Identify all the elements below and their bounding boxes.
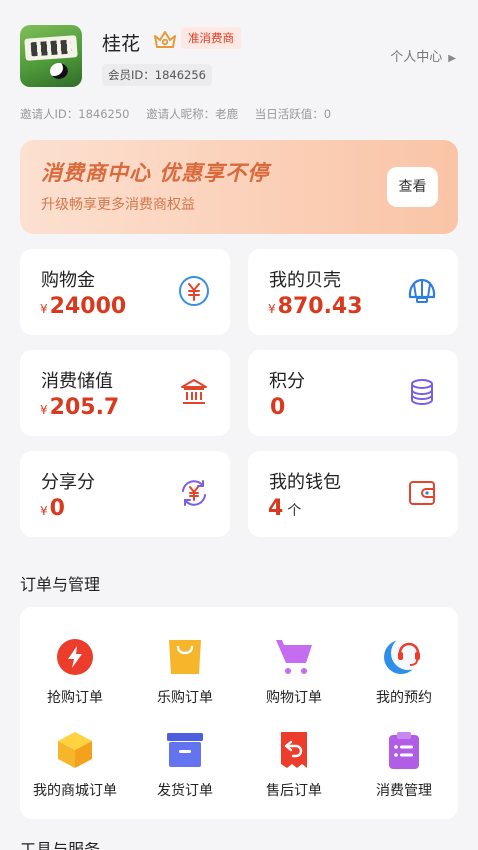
order-item-label: 售后订单 [266,783,322,799]
order-item-label: 我的商城订单 [33,783,117,799]
clipboard-icon [389,732,419,769]
asset-label: 积分 [269,371,305,392]
active-today: 当日活跃值：0 [254,107,332,121]
chevron-right-icon: ▶ [448,53,456,64]
asset-value: ¥870.43 [268,294,363,319]
order-item-label: 购物订单 [266,690,322,706]
order-item-after-sales[interactable]: 售后订单 [239,730,349,820]
orders-section-title: 订单与管理 [20,575,101,594]
asset-label: 购物金 [41,270,95,291]
order-item-flash-sale[interactable]: 抢购订单 [20,637,130,727]
banner-subtitle: 升级畅享更多消费商权益 [41,197,195,213]
invite-info-row: 邀请人ID：1846250 邀请人昵称：老鹿 当日活跃值：0 [20,106,458,122]
asset-label: 消费储值 [41,371,113,392]
asset-value: 4个 [268,496,302,521]
next-section-title: 工具与服务 [20,842,100,850]
shopping-bag-icon [169,640,201,674]
return-icon [281,732,307,768]
order-item-label: 乐购订单 [157,690,213,706]
asset-card-my-wallet[interactable]: 我的钱包 4个 [248,451,458,537]
order-item-shipping[interactable]: 发货订单 [130,730,240,820]
order-item-label: 发货订单 [157,783,213,799]
avatar[interactable] [20,25,82,87]
asset-value: ¥24000 [40,294,127,319]
personal-center-label: 个人中心 [390,50,443,65]
avatar-panda-graphic [50,63,68,79]
asset-value: 0 [270,395,286,420]
shell-icon [408,278,436,303]
asset-card-shopping-gold[interactable]: 购物金 ¥24000 [20,249,230,335]
asset-value: ¥205.7 [40,395,120,420]
asset-label: 我的贝壳 [269,270,341,291]
view-button[interactable]: 查看 [387,167,438,207]
tier-badge: 准消费商 [181,27,241,49]
order-item-shopping[interactable]: 购物订单 [239,637,349,727]
asset-card-share-points[interactable]: 分享分 ¥0 [20,451,230,537]
wallet-icon [409,481,435,505]
profile-header: 桂花 准消费商 会员ID：1846256 个人中心 ▶ [20,25,458,90]
order-item-consumption-mgmt[interactable]: 消费管理 [349,730,459,820]
order-item-label: 消费管理 [376,783,432,799]
archive-box-icon [167,733,203,767]
member-id: 会员ID：1846256 [102,64,212,86]
order-item-mall-orders[interactable]: 我的商城订单 [20,730,130,820]
user-name: 桂花 [102,33,141,55]
lightning-icon [57,639,93,675]
banner-title: 消费商中心 优惠享不停 [41,161,270,185]
asset-value: ¥0 [40,496,65,521]
yuan-circle-icon [179,276,209,306]
asset-card-stored-value[interactable]: 消费储值 ¥205.7 [20,350,230,436]
asset-card-my-shells[interactable]: 我的贝壳 ¥870.43 [248,249,458,335]
order-item-label: 抢购订单 [47,690,103,706]
crown-icon [154,31,176,48]
cart-icon [276,640,312,674]
headset-icon [384,637,424,674]
inviter-id: 邀请人ID：1846250 [20,107,130,121]
asset-card-points[interactable]: 积分 0 [248,350,458,436]
consumer-center-banner[interactable]: 消费商中心 优惠享不停 升级畅享更多消费商权益 查看 [20,140,458,234]
order-item-label: 我的预约 [376,690,432,706]
bank-icon [181,379,207,404]
coin-stack-icon [411,379,433,406]
order-item-my-reservation[interactable]: 我的预约 [349,637,459,727]
asset-label: 我的钱包 [269,472,341,493]
order-item-happy-buy[interactable]: 乐购订单 [130,637,240,727]
yuan-exchange-icon [182,480,206,506]
inviter-nickname: 邀请人昵称：老鹿 [146,107,239,121]
asset-label: 分享分 [41,472,95,493]
box-icon [58,732,92,768]
personal-center-link[interactable]: 个人中心 ▶ [390,46,456,65]
orders-panel: 抢购订单 乐购订单 购物订单 我的预约 我的商城订单 发货订单 售后订单 消费管… [20,607,458,819]
avatar-sign-graphic [24,35,78,61]
